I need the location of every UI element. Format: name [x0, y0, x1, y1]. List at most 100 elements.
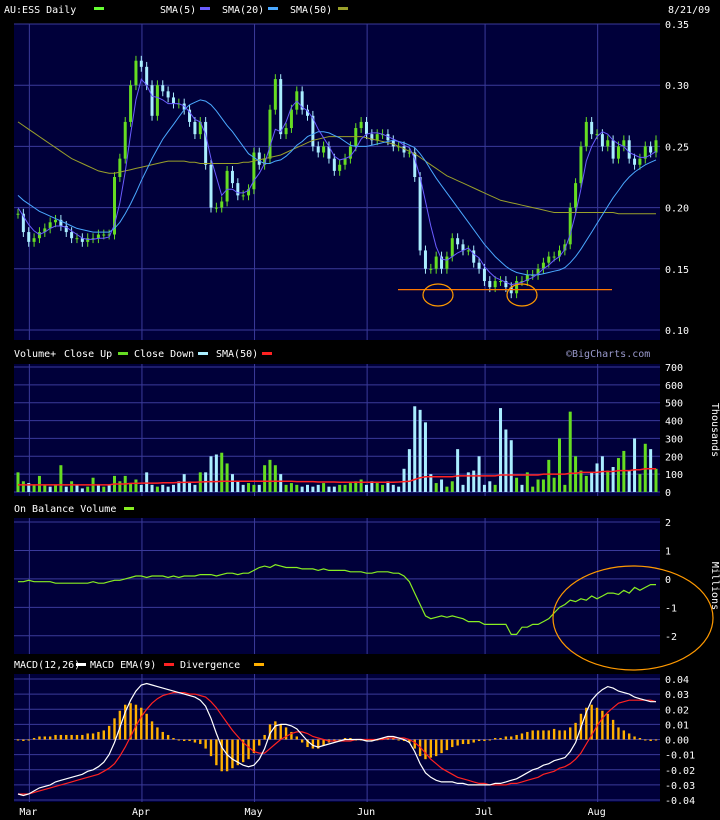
price-candle — [590, 121, 594, 135]
obv-header: On Balance Volume — [14, 504, 134, 515]
divergence-bar — [413, 739, 416, 749]
volume-tick-label: 600 — [665, 381, 683, 392]
volume-bar — [584, 475, 588, 492]
volume-tick-label: 400 — [665, 417, 683, 428]
price-candle — [322, 146, 326, 153]
macd-tick-label: -0.02 — [665, 766, 695, 777]
volume-bar — [150, 484, 154, 492]
divergence-bar — [113, 718, 116, 740]
volume-bar — [541, 479, 545, 492]
divergence-bar — [440, 739, 443, 754]
divergence-bar — [322, 739, 325, 746]
volume-bar — [230, 474, 234, 492]
divergence-bar — [172, 737, 175, 740]
legend-sma50-swatch — [338, 7, 348, 10]
divergence-bar — [488, 739, 491, 741]
volume-bar — [139, 484, 143, 492]
volume-bar — [236, 481, 240, 492]
volume-bar — [488, 481, 492, 492]
volume-bar — [445, 486, 449, 492]
price-candle — [16, 213, 20, 215]
macd-ema-label: MACD EMA(9) — [90, 660, 156, 671]
macd-tick-label: 0.00 — [665, 736, 689, 747]
macd-ema-swatch — [164, 663, 174, 666]
divergence-bar — [274, 721, 277, 740]
volume-tick-label: 700 — [665, 363, 683, 374]
divergence-bar — [65, 734, 68, 740]
divergence-bar — [547, 730, 550, 740]
volume-bar — [504, 429, 508, 492]
obv-tick-label: 2 — [665, 518, 671, 529]
price-candle — [638, 158, 642, 165]
volume-bar — [279, 474, 283, 492]
price-candle — [616, 146, 620, 159]
volume-bar — [102, 486, 106, 492]
volume-bar — [418, 409, 422, 492]
price-candle — [75, 238, 79, 240]
volume-bar — [145, 472, 149, 492]
divergence-bar — [633, 736, 636, 740]
volume-bar — [134, 479, 138, 492]
divergence-bar — [91, 733, 95, 740]
volume-tick-label: 300 — [665, 434, 683, 445]
price-candle — [70, 232, 74, 239]
divergence-bar — [258, 739, 261, 746]
price-candle — [209, 164, 213, 208]
volume-bar — [574, 456, 578, 492]
price-candle — [649, 146, 653, 153]
divergence-bar — [569, 727, 572, 740]
divergence-bar — [32, 737, 36, 740]
price-candle — [477, 262, 481, 269]
volume-label: Volume+ — [14, 349, 56, 360]
volume-bar — [536, 479, 540, 492]
price-candle — [96, 234, 100, 239]
volume-bar — [547, 459, 551, 492]
price-candle — [241, 195, 245, 197]
volume-bar — [96, 484, 100, 492]
divergence-bar — [595, 707, 599, 740]
price-candle — [134, 60, 138, 86]
price-candle — [499, 281, 503, 283]
volume-bar — [16, 472, 20, 492]
volume-bar — [129, 483, 133, 492]
legend-sma5-swatch — [200, 7, 210, 10]
price-candle — [633, 158, 637, 165]
obv-axis-title: Millions — [709, 562, 720, 610]
divergence-bar — [70, 734, 73, 740]
divergence-bar — [510, 736, 513, 740]
price-candle — [584, 121, 588, 147]
volume-bar — [171, 484, 175, 492]
volume-bar — [48, 486, 52, 492]
volume-bar — [515, 477, 519, 492]
obv-tick-label: -1 — [665, 603, 677, 614]
volume-bar — [606, 470, 610, 492]
price-candle — [488, 281, 492, 288]
divergence-bar — [279, 724, 282, 740]
volume-bar — [80, 488, 84, 492]
price-header: AU:ESS Daily SMA(5) SMA(20) SMA(50) 8/21… — [4, 5, 710, 16]
macd-tick-label: -0.04 — [665, 796, 695, 807]
volume-bar — [21, 481, 25, 492]
close-up-label: Close Up — [64, 349, 112, 360]
volume-bar — [86, 486, 90, 492]
volume-bar — [316, 484, 320, 492]
divergence-bar — [617, 727, 620, 740]
price-candle — [429, 268, 433, 270]
divergence-bar — [483, 739, 486, 742]
divergence-bar — [86, 733, 89, 740]
price-tick-label: 0.15 — [665, 265, 689, 276]
macd-tick-label: 0.04 — [665, 675, 689, 686]
volume-bar — [595, 463, 599, 492]
price-tick-label: 0.20 — [665, 204, 689, 215]
volume-bar — [59, 465, 63, 492]
volume-bar — [241, 484, 245, 492]
volume-tick-label: 0 — [665, 488, 671, 499]
divergence-bar — [81, 734, 84, 740]
volume-bar — [643, 443, 647, 492]
price-candle — [450, 238, 454, 257]
divergence-bar — [649, 739, 652, 742]
divergence-bar — [515, 734, 518, 740]
divergence-bar — [188, 739, 191, 742]
volume-bar — [633, 438, 637, 492]
divergence-bar — [22, 739, 25, 742]
